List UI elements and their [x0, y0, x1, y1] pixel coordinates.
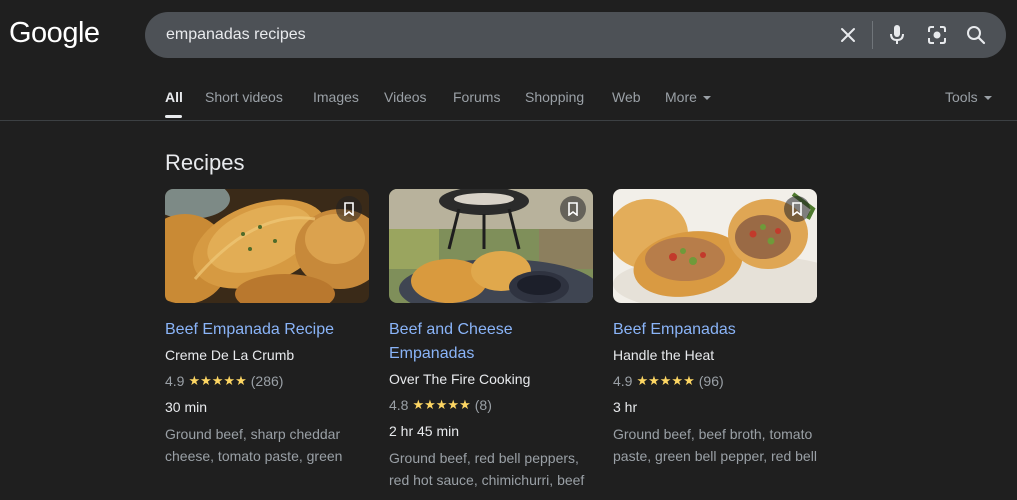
tools-button[interactable]: Tools	[945, 89, 992, 105]
recipe-source: Over The Fire Cooking	[389, 371, 531, 387]
search-icon[interactable]	[964, 23, 988, 47]
active-tab-indicator	[165, 115, 182, 118]
lens-icon[interactable]	[925, 23, 949, 47]
recipe-thumbnail[interactable]	[613, 189, 817, 303]
tab-shopping[interactable]: Shopping	[525, 89, 584, 105]
search-tabs: All Short videos Images Videos Forums Sh…	[0, 88, 1017, 120]
clear-icon[interactable]	[836, 23, 860, 47]
review-count: (286)	[250, 373, 284, 389]
recipe-time: 3 hr	[613, 399, 638, 415]
tab-all[interactable]: All	[165, 89, 183, 105]
chevron-down-icon	[702, 96, 711, 101]
recipe-time: 2 hr 45 min	[389, 423, 460, 439]
recipe-thumbnail[interactable]	[389, 189, 593, 303]
tab-videos[interactable]: Videos	[384, 89, 427, 105]
review-count: (8)	[474, 397, 492, 413]
star-rating-icon: ★★★★★	[412, 397, 471, 412]
bookmark-icon[interactable]	[336, 196, 362, 222]
tab-web[interactable]: Web	[612, 89, 641, 105]
recipe-rating: 4.9 ★★★★★ (96)	[613, 371, 817, 391]
recipe-title[interactable]: Beef and Cheese Empanadas	[389, 318, 593, 366]
tab-more[interactable]: More	[665, 89, 711, 105]
recipe-rating: 4.8 ★★★★★ (8)	[389, 395, 593, 415]
tab-short-videos[interactable]: Short videos	[205, 89, 283, 105]
microphone-icon[interactable]	[885, 23, 909, 47]
bookmark-icon[interactable]	[784, 196, 810, 222]
recipe-thumbnail[interactable]	[165, 189, 369, 303]
recipe-card[interactable]: Beef Empanadas Handle the Heat 4.9 ★★★★★…	[613, 189, 817, 467]
recipe-ingredients: Ground beef, beef broth, tomato paste, g…	[613, 426, 817, 464]
recipe-ingredients: Ground beef, red bell peppers, red hot s…	[389, 450, 585, 488]
recipe-title[interactable]: Beef Empanadas	[613, 318, 817, 342]
recipe-source: Handle the Heat	[613, 347, 715, 363]
bookmark-icon[interactable]	[560, 196, 586, 222]
recipe-card[interactable]: Beef and Cheese Empanadas Over The Fire …	[389, 189, 593, 491]
rating-value: 4.9	[165, 373, 185, 389]
section-title: Recipes	[165, 150, 245, 175]
tab-more-label: More	[665, 89, 697, 105]
searchbox-divider	[872, 21, 873, 49]
chevron-down-icon	[983, 96, 992, 101]
recipe-card[interactable]: Beef Empanada Recipe Creme De La Crumb 4…	[165, 189, 369, 467]
rating-value: 4.9	[613, 373, 633, 389]
star-rating-icon: ★★★★★	[188, 373, 247, 388]
rating-value: 4.8	[389, 397, 409, 413]
recipe-time: 30 min	[165, 399, 208, 415]
recipe-title[interactable]: Beef Empanada Recipe	[165, 318, 369, 342]
review-count: (96)	[698, 373, 724, 389]
tab-images[interactable]: Images	[313, 89, 359, 105]
recipe-ingredients: Ground beef, sharp cheddar cheese, tomat…	[165, 426, 343, 464]
recipe-rating: 4.9 ★★★★★ (286)	[165, 371, 369, 391]
search-results-page: Google empanadas recipes All Short video…	[0, 0, 1017, 500]
star-rating-icon: ★★★★★	[636, 373, 695, 388]
tab-forums[interactable]: Forums	[453, 89, 500, 105]
google-logo[interactable]: Google	[9, 17, 100, 50]
recipe-source: Creme De La Crumb	[165, 347, 295, 363]
tabs-divider	[0, 120, 1017, 121]
tools-label: Tools	[945, 89, 978, 105]
search-box[interactable]: empanadas recipes	[145, 12, 1006, 58]
search-input[interactable]: empanadas recipes	[166, 26, 306, 44]
